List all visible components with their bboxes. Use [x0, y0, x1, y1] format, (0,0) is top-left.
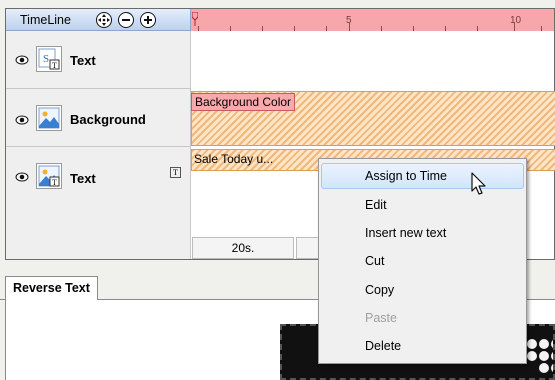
text-layer-icon: ST	[36, 46, 62, 72]
layer-label: Text	[70, 53, 96, 68]
layer-label: Text	[70, 171, 96, 186]
svg-text:T: T	[52, 178, 57, 187]
eye-icon[interactable]	[15, 115, 29, 125]
menu-item-delete[interactable]: Delete	[321, 333, 524, 359]
image-text-layer-icon: T	[36, 163, 62, 189]
eye-icon[interactable]	[15, 172, 29, 182]
menu-item-insert-new-text[interactable]: Insert new text	[321, 220, 524, 246]
timeline-title: TimeLine	[20, 13, 71, 27]
zoom-in-icon[interactable]	[140, 12, 156, 28]
menu-item-paste: Paste	[365, 311, 397, 325]
menu-item-cut[interactable]: Cut	[321, 248, 524, 274]
zoom-out-icon[interactable]	[118, 12, 134, 28]
menu-item-copy[interactable]: Copy	[321, 277, 524, 303]
layer-row-text-2[interactable]: T Text T	[6, 147, 190, 205]
svg-text:T: T	[52, 61, 57, 70]
text-clip-label: Sale Today u...	[194, 152, 274, 166]
time-ruler[interactable]: 5 10	[191, 9, 554, 32]
mouse-cursor-icon	[471, 172, 486, 195]
layer-row-background[interactable]: Background	[6, 89, 190, 147]
time-duration-cell[interactable]: 20s.	[192, 237, 294, 259]
tab-reverse-text[interactable]: Reverse Text	[5, 276, 98, 300]
layer-row-text-1[interactable]: ST Text	[6, 31, 190, 89]
context-menu: Assign to Time Edit Insert new text Cut …	[318, 158, 527, 364]
layer-label: Background	[70, 112, 146, 127]
menu-item-edit[interactable]: Edit	[321, 192, 524, 218]
ruler-label-5: 5	[346, 15, 352, 26]
background-clip-label: Background Color	[191, 93, 296, 111]
text-type-icon: T	[170, 167, 181, 178]
playhead-icon[interactable]	[192, 12, 198, 26]
eye-icon[interactable]	[15, 55, 29, 65]
timeline-header: TimeLine	[6, 9, 191, 31]
move-icon[interactable]	[96, 12, 112, 28]
menu-item-assign-to-time[interactable]: Assign to Time	[321, 163, 524, 189]
ruler-label-10: 10	[510, 15, 522, 26]
image-layer-icon	[36, 105, 62, 131]
layer-list: ST Text Background T Text T	[6, 31, 191, 259]
svg-text:S: S	[43, 53, 49, 65]
